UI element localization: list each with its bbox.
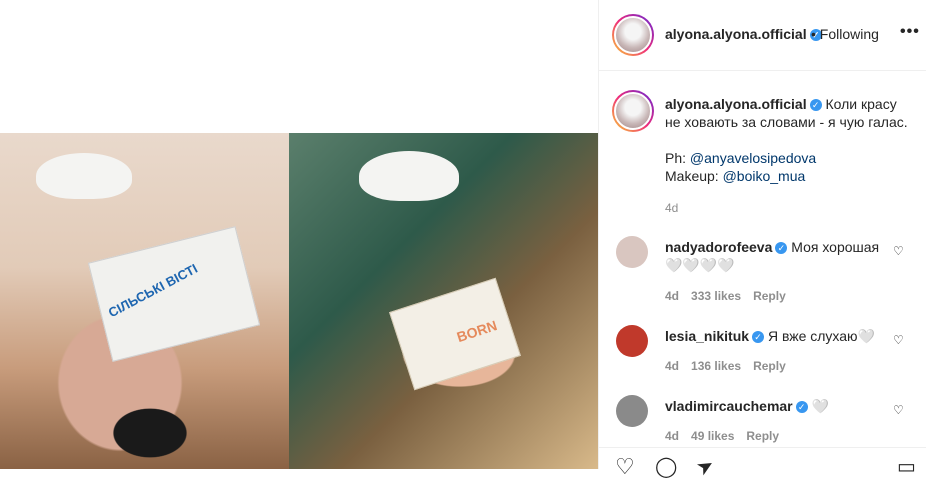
comment-1-text: Моя хорошая <box>791 239 880 255</box>
book: BORN <box>389 277 521 391</box>
newspaper-title: СІЛЬСЬКІ ВІСТІ <box>105 260 200 321</box>
makeup-credit-label: Makeup: <box>665 168 723 184</box>
author-username-text[interactable]: alyona.alyona.official <box>665 26 807 42</box>
caption-age[interactable]: 4d <box>665 201 678 215</box>
post-header: alyona.alyona.official ✓ • Following ••• <box>599 0 926 71</box>
share-icon[interactable]: ➤ <box>692 451 719 481</box>
comment-1-age[interactable]: 4d <box>665 289 679 303</box>
comment-avatar-3[interactable] <box>616 395 648 427</box>
comment-2-verified-icon: ✓ <box>752 331 765 344</box>
comment-avatar-1[interactable] <box>616 236 648 268</box>
comment-2-reply[interactable]: Reply <box>753 359 786 373</box>
newspaper: СІЛЬСЬКІ ВІСТІ <box>87 226 261 362</box>
comment-3-likes[interactable]: 49 likes <box>691 429 734 443</box>
comment-2-likes[interactable]: 136 likes <box>691 359 741 373</box>
comment-3-like-icon[interactable]: ♡ <box>893 403 904 417</box>
caption-verified-icon: ✓ <box>809 99 822 112</box>
following-button[interactable]: • Following <box>811 26 879 42</box>
post-media[interactable]: СІЛЬСЬКІ ВІСТІ BORN <box>0 0 598 469</box>
comment-3-age[interactable]: 4d <box>665 429 679 443</box>
book-title: BORN <box>454 317 499 346</box>
post-side-panel: alyona.alyona.official ✓ • Following ••• … <box>598 0 926 481</box>
comment-1-like-icon[interactable]: ♡ <box>893 244 904 258</box>
caption-line-1: alyona.alyona.official ✓ Коли красу <box>665 95 915 113</box>
comment-1-meta: 4d 333 likes Reply <box>665 289 798 303</box>
caption-avatar[interactable] <box>612 90 654 132</box>
comment-1-reply[interactable]: Reply <box>753 289 786 303</box>
comment-3-verified-icon: ✓ <box>795 401 808 414</box>
photo-credit-link[interactable]: @anyavelosipedova <box>690 150 816 166</box>
makeup-credit: Makeup: @boiko_mua <box>665 167 915 185</box>
comment-1-text-2: 🤍🤍🤍🤍 <box>665 257 735 273</box>
comment-3-text: 🤍 <box>811 398 829 414</box>
caption-avatar-image <box>614 92 652 130</box>
comment-icon[interactable]: ◯ <box>655 454 677 479</box>
comment-2-meta: 4d 136 likes Reply <box>665 359 798 373</box>
comment-2-like-icon[interactable]: ♡ <box>893 333 904 347</box>
comment-avatar-2[interactable] <box>616 325 648 357</box>
cap-left <box>36 153 132 199</box>
comment-3-reply[interactable]: Reply <box>746 429 779 443</box>
makeup-credit-link[interactable]: @boiko_mua <box>723 168 806 184</box>
comment-1: nadyadorofeeva ✓ Моя хорошая 🤍🤍🤍🤍 <box>665 238 885 274</box>
comment-2-text: Я вже слухаю🤍 <box>767 328 875 344</box>
comment-1-likes[interactable]: 333 likes <box>691 289 741 303</box>
author-avatar[interactable] <box>612 14 654 56</box>
comment-3: vladimircauchemar ✓ 🤍 <box>665 397 885 415</box>
author-avatar-image <box>614 16 652 54</box>
caption-username[interactable]: alyona.alyona.official <box>665 96 807 112</box>
comment-1-verified-icon: ✓ <box>775 242 788 255</box>
caption: alyona.alyona.official ✓ Коли красу не хо… <box>665 95 915 185</box>
save-icon[interactable]: ▭ <box>897 454 916 479</box>
comment-2: lesia_nikituk ✓ Я вже слухаю🤍 <box>665 327 885 345</box>
comment-3-username[interactable]: vladimircauchemar <box>665 398 793 414</box>
comment-3-meta: 4d 49 likes Reply <box>665 429 791 443</box>
photo-right: BORN <box>289 133 598 469</box>
like-icon[interactable]: ♡ <box>615 454 635 480</box>
photo-left: СІЛЬСЬКІ ВІСТІ <box>0 133 289 469</box>
comment-2-age[interactable]: 4d <box>665 359 679 373</box>
photo-credit: Ph: @anyavelosipedova <box>665 149 915 167</box>
cap-right <box>359 151 459 201</box>
actions-divider <box>599 447 926 448</box>
caption-text-1: Коли красу <box>825 96 897 112</box>
caption-text-2: не ховають за словами - я чую галас. <box>665 114 908 130</box>
author-username-header[interactable]: alyona.alyona.official ✓ <box>665 26 822 42</box>
photo-credit-label: Ph: <box>665 150 690 166</box>
comment-1-username[interactable]: nadyadorofeeva <box>665 239 772 255</box>
comment-2-username[interactable]: lesia_nikituk <box>665 328 749 344</box>
more-options-icon[interactable]: ••• <box>900 23 920 41</box>
